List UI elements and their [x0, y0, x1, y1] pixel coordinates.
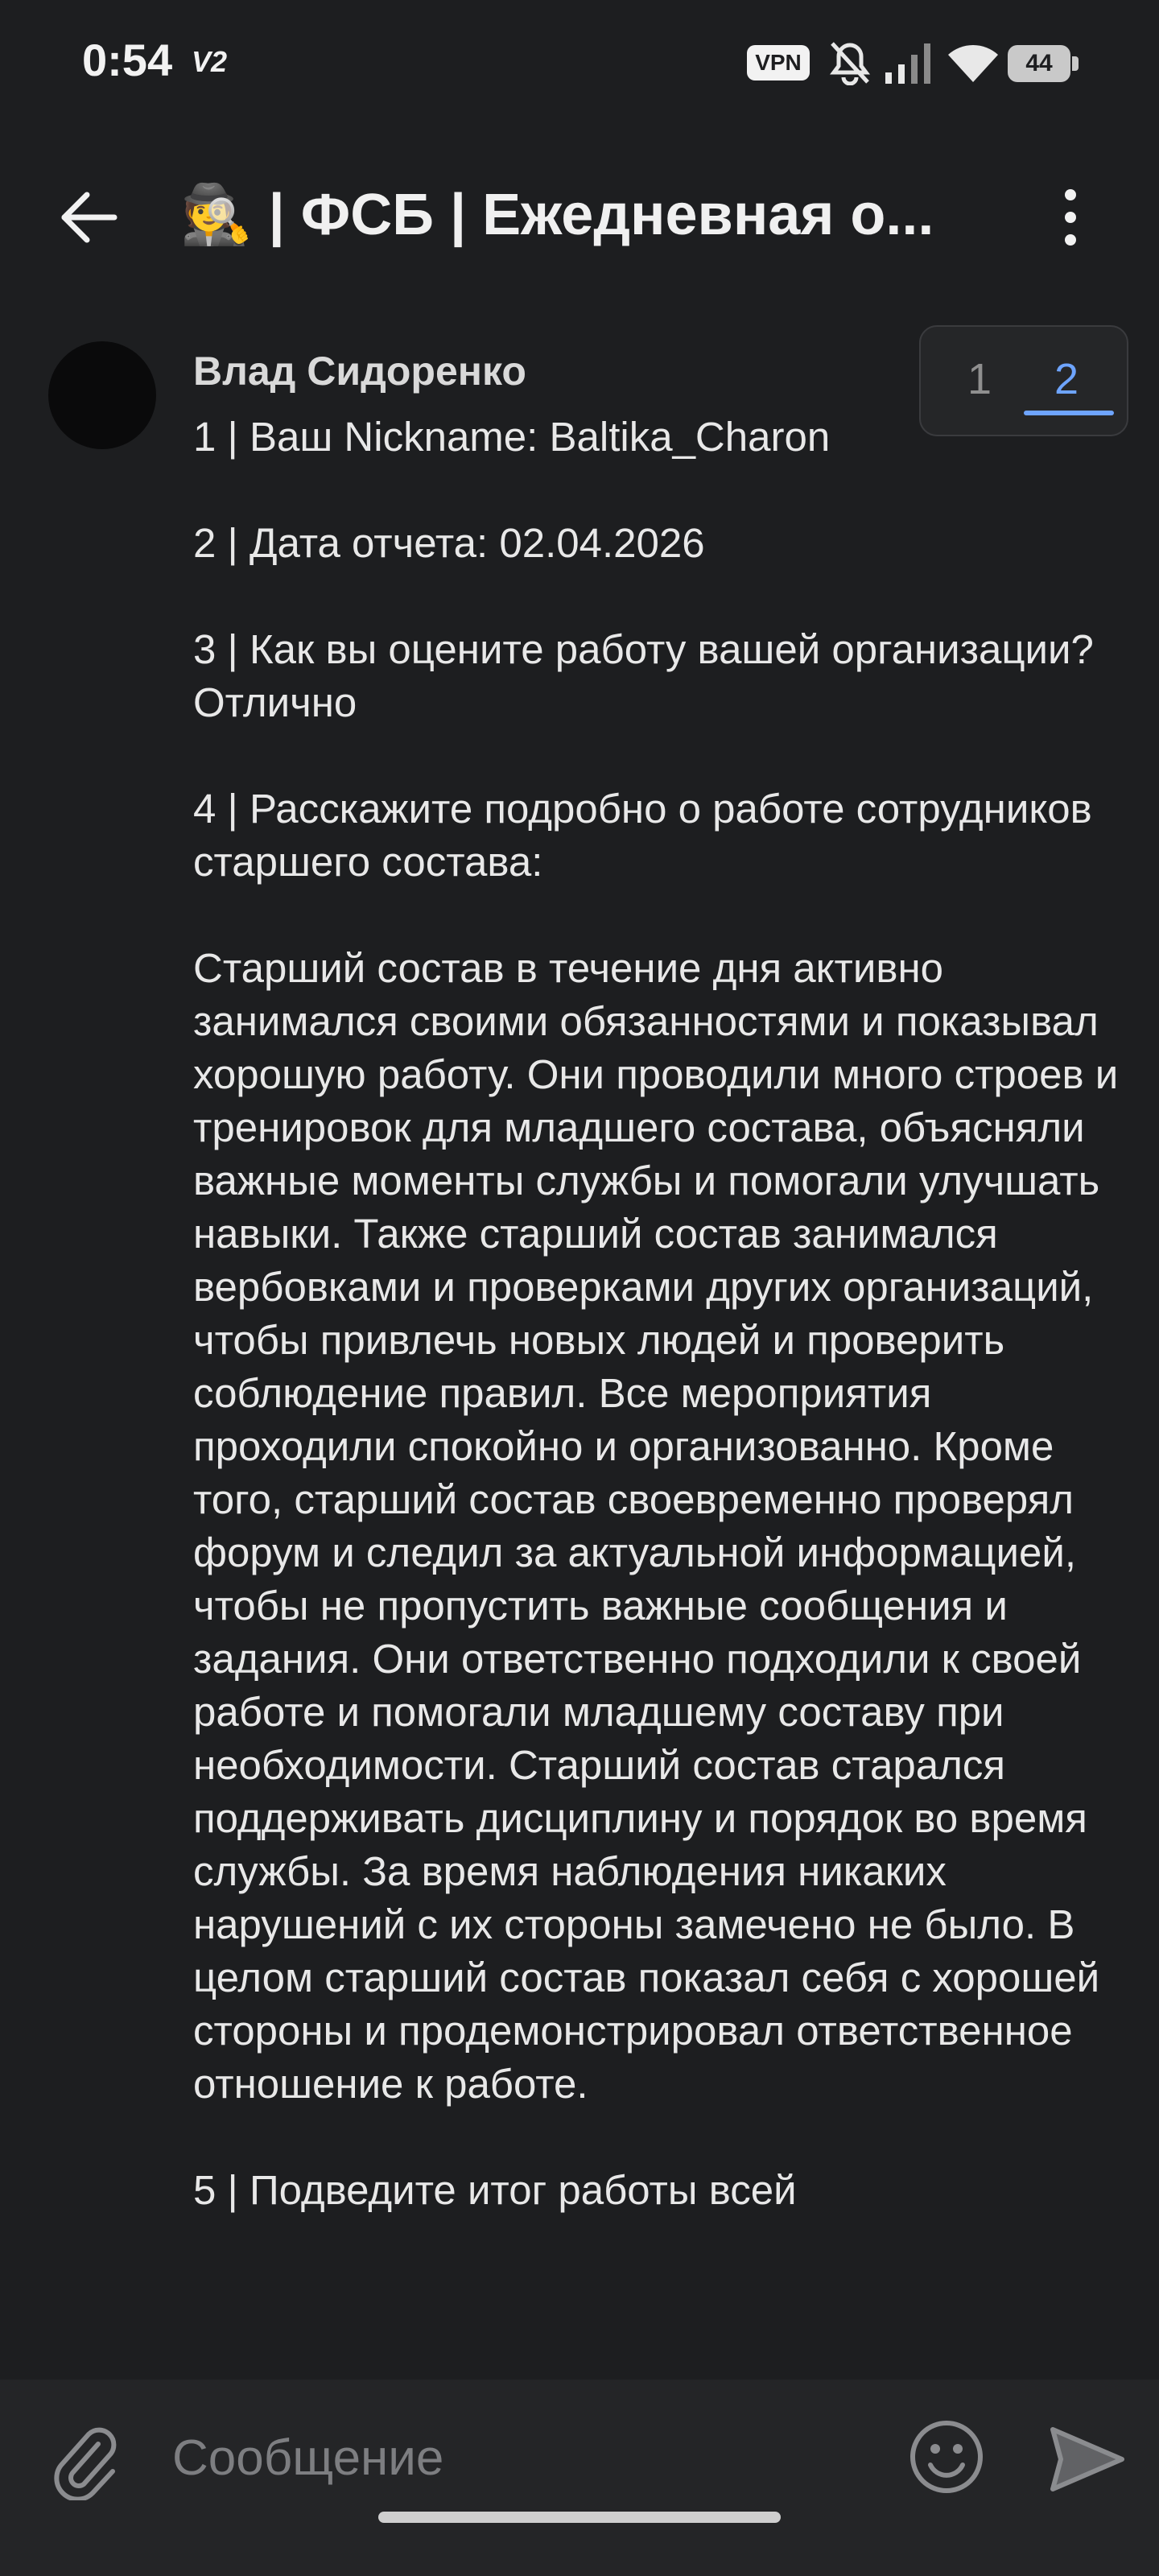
message-paragraph: 1 | Ваш Nickname: Baltika_Charon [193, 414, 831, 460]
paperclip-icon[interactable] [48, 2420, 121, 2500]
home-indicator[interactable] [378, 2512, 781, 2523]
chat-header: 🕵️ | ФСБ | Ежедневная о... [0, 161, 1159, 274]
message-author[interactable]: Влад Сидоренко [193, 348, 526, 394]
mute-icon [830, 42, 870, 85]
wifi-icon [948, 44, 998, 82]
signal-icon [885, 43, 930, 84]
message-input[interactable]: Сообщение [172, 2418, 848, 2499]
battery-indicator: 44 [1008, 45, 1079, 82]
back-arrow-icon[interactable] [56, 185, 121, 250]
avatar[interactable] [48, 341, 156, 449]
chat-title[interactable]: 🕵️ | ФСБ | Ежедневная о... [180, 180, 1009, 249]
smile-icon[interactable] [906, 2417, 987, 2497]
page-1-button[interactable]: 1 [967, 354, 992, 404]
more-vert-icon[interactable] [1046, 185, 1095, 250]
message-paragraph: Старший состав в течение дня активно зан… [193, 945, 1119, 2107]
status-time: 0:54 [82, 35, 173, 85]
message-paragraph: 5 | Подведите итог работы всей [193, 2167, 797, 2213]
message-paragraph: 4 | Расскажите подробно о работе сотрудн… [193, 786, 1092, 885]
message-paragraph: 2 | Дата отчета: 02.04.2026 [193, 520, 705, 566]
send-icon[interactable] [1046, 2423, 1127, 2496]
message-paragraph: 3 | Как вы оцените работу вашей организа… [193, 626, 1094, 725]
message-composer: Сообщение [0, 2380, 1159, 2576]
network-label: V2 [192, 45, 228, 78]
page-2-button[interactable]: 2 [1054, 354, 1079, 404]
message-body: 1 | Ваш Nickname: Baltika_Charon 2 | Дат… [193, 411, 1135, 2270]
status-bar: 0:54 V2 VPN 44 [0, 0, 1159, 129]
vpn-badge: VPN [747, 45, 810, 80]
